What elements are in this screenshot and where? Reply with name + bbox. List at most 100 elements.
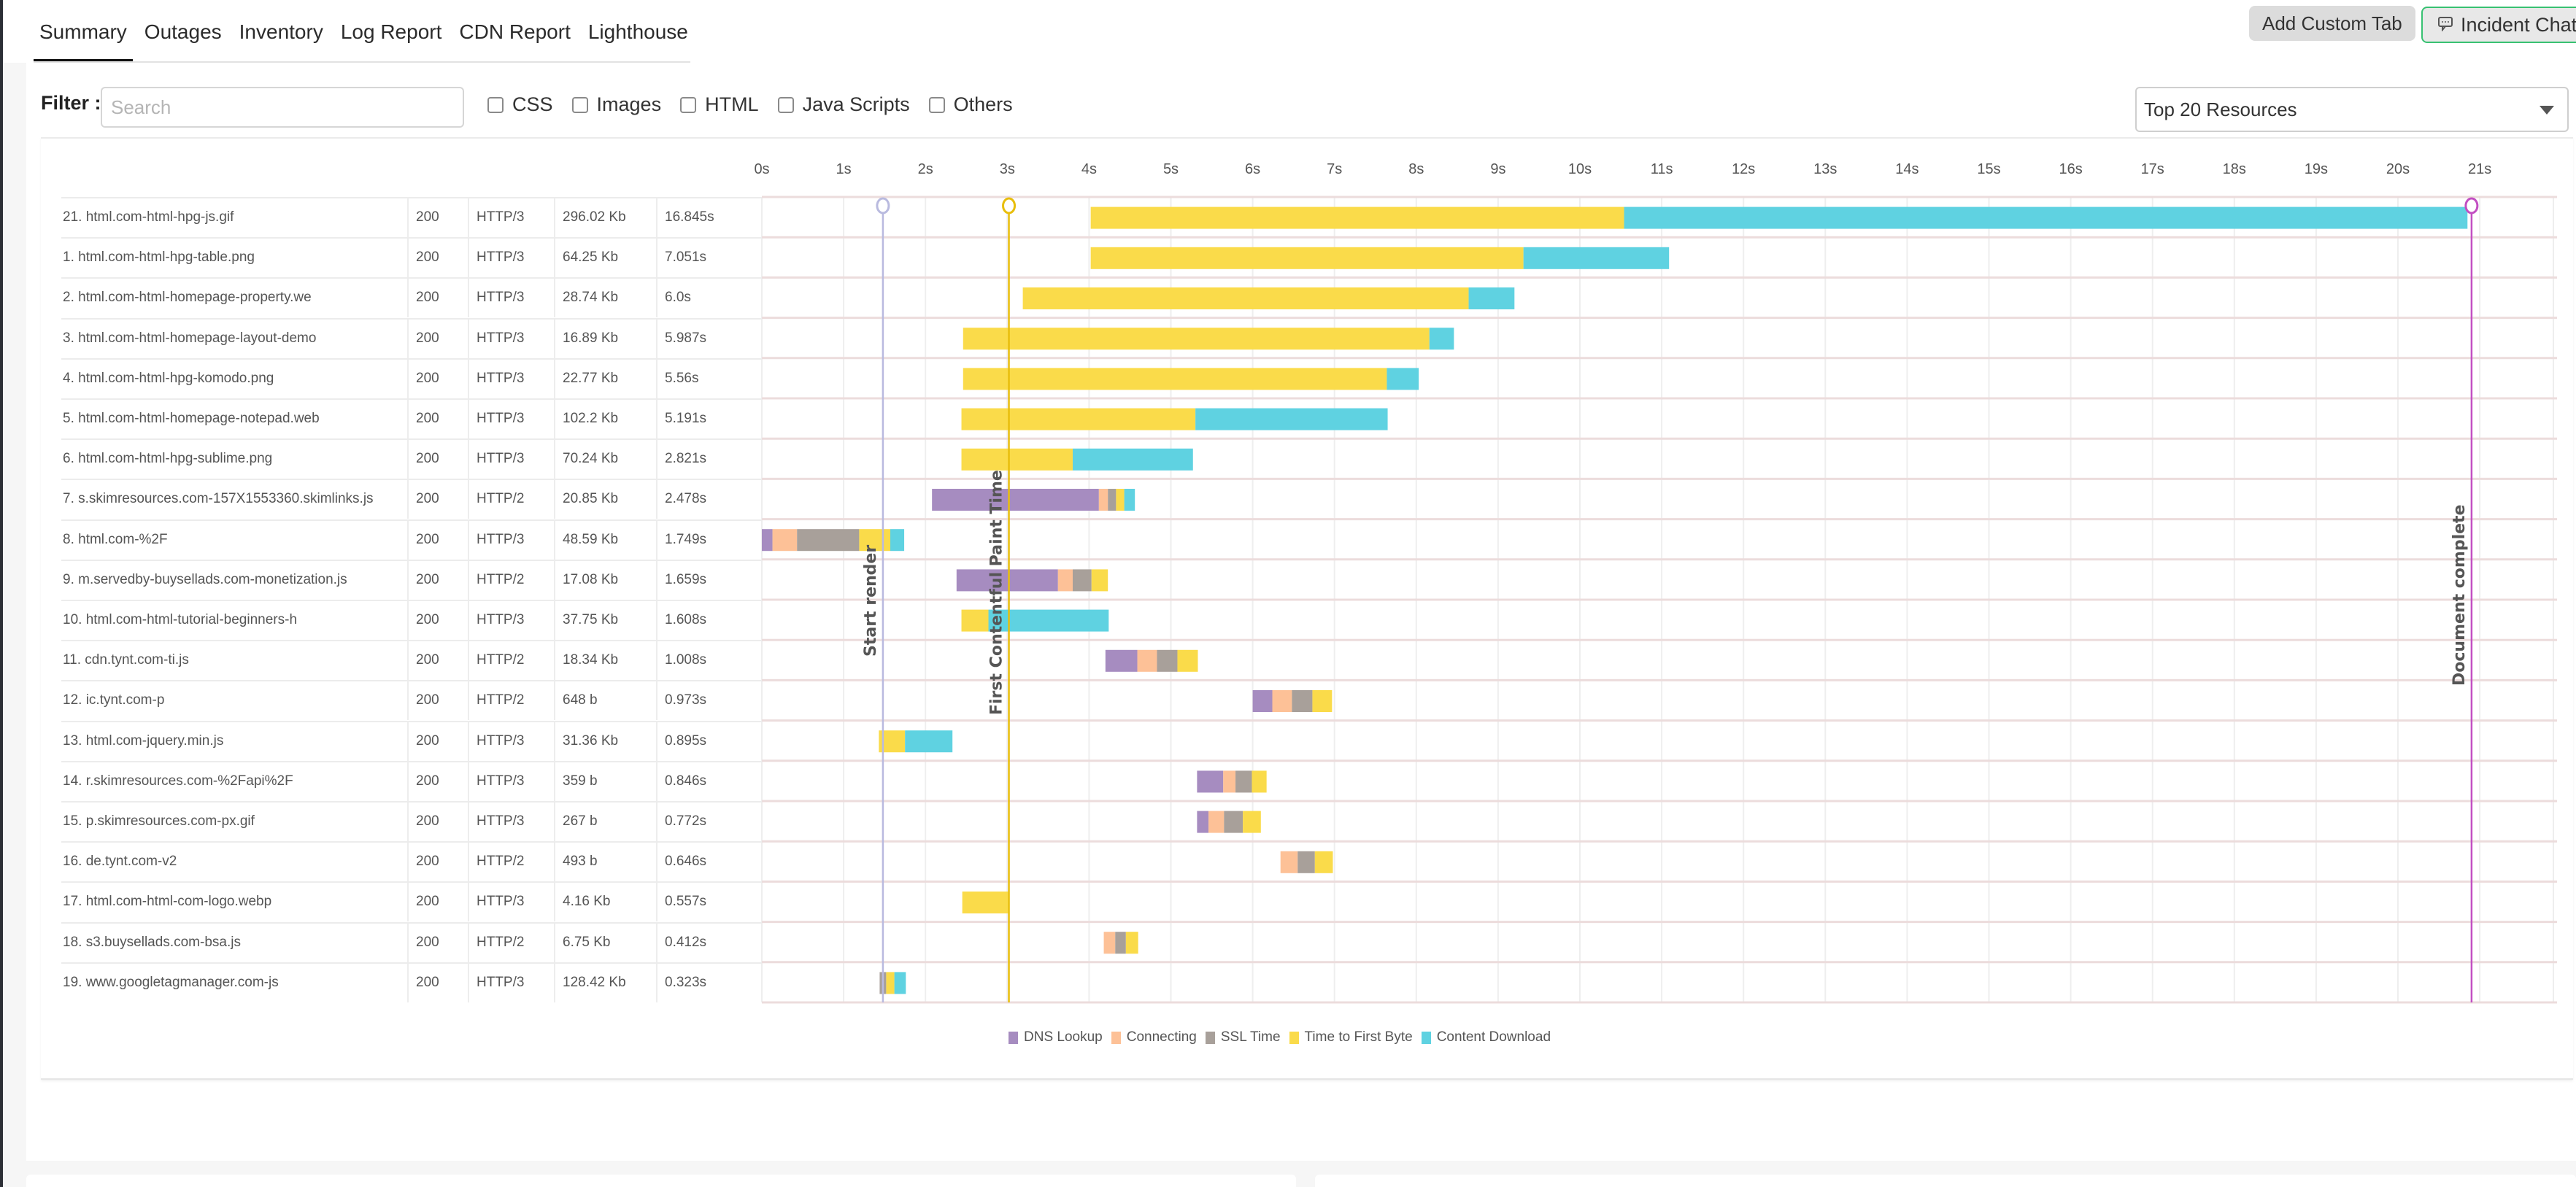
load-time: 5.987s <box>656 317 760 358</box>
legend-item-ssl[interactable]: SSL Time <box>1205 1029 1281 1045</box>
resource-row[interactable]: 10. html.com-html-tutorial-beginners-h 20… <box>61 600 2557 640</box>
resource-size: 359 b <box>554 760 658 801</box>
row-separator <box>61 398 762 400</box>
legend-swatch <box>1111 1031 1121 1044</box>
status-code: 200 <box>407 398 474 438</box>
resource-name: 21. html.com-html-hpg-js.gif <box>63 209 234 225</box>
resource-size: 20.85 Kb <box>554 479 658 519</box>
status-code: 200 <box>407 841 474 882</box>
x-tick-label: 14s <box>1895 161 1918 177</box>
resource-row[interactable]: 18. s3.buysellads.com-bsa.js 200 HTTP/2 6.7… <box>61 921 2557 962</box>
x-tick-label: 9s <box>1490 161 1505 177</box>
x-tick-label: 6s <box>1245 161 1260 177</box>
resource-size: 22.77 Kb <box>554 357 658 398</box>
resource-row[interactable]: 21. html.com-html-hpg-js.gif 200 HTTP/3 296… <box>61 197 2557 237</box>
row-separator <box>61 640 762 642</box>
protocol: HTTP/3 <box>468 519 557 560</box>
protocol: HTTP/3 <box>468 600 557 640</box>
status-code: 200 <box>407 962 474 1002</box>
resource-row[interactable]: 5. html.com-html-homepage-notepad.web 200… <box>61 398 2557 438</box>
protocol: HTTP/2 <box>468 559 557 600</box>
row-separator <box>61 197 762 198</box>
row-separator <box>61 559 762 561</box>
resource-row[interactable]: 4. html.com-html-hpg-komodo.png 200 HTTP/3… <box>61 357 2557 398</box>
resource-name: 19. www.googletagmanager.com-js <box>63 974 279 990</box>
resource-row[interactable]: 9. m.servedby-buysellads.com-monetizatio… <box>61 559 2557 600</box>
resource-size: 296.02 Kb <box>554 197 658 237</box>
protocol: HTTP/2 <box>468 479 557 519</box>
resource-size: 4.16 Kb <box>554 881 658 922</box>
resource-row[interactable]: 17. html.com-html-com-logo.webp 200 HTTP/3… <box>61 881 2557 922</box>
load-time: 0.973s <box>656 680 760 721</box>
row-separator <box>61 760 762 762</box>
load-time: 0.557s <box>656 881 760 922</box>
row-separator <box>61 881 762 884</box>
resource-name: 10. html.com-html-tutorial-beginners-h <box>63 612 298 627</box>
resource-row[interactable]: 1. html.com-html-hpg-table.png 200 HTTP/3 6… <box>61 237 2557 278</box>
legend-item-ttfb[interactable]: Time to First Byte <box>1289 1029 1413 1045</box>
legend-swatch <box>1205 1031 1215 1044</box>
x-tick-label: 5s <box>1163 161 1179 177</box>
x-tick-label: 3s <box>1000 161 1015 177</box>
resource-name: 11. cdn.tynt.com-ti.js <box>63 652 189 668</box>
resource-name: 18. s3.buysellads.com-bsa.js <box>63 934 241 950</box>
resource-size: 64.25 Kb <box>554 237 658 278</box>
resource-row[interactable]: 19. www.googletagmanager.com-js 200 HTTP/3… <box>61 962 2557 1002</box>
resource-row[interactable]: 14. r.skimresources.com-%2Fapi%2F 200 HTTP… <box>61 760 2557 801</box>
resource-row[interactable]: 2. html.com-html-homepage-property.we 200… <box>61 277 2557 318</box>
load-time: 1.659s <box>656 559 760 600</box>
legend-item-dns[interactable]: DNS Lookup <box>1009 1029 1103 1045</box>
status-code: 200 <box>407 720 474 761</box>
x-tick-label: 12s <box>1732 161 1755 177</box>
resource-size: 70.24 Kb <box>554 438 658 479</box>
resource-name: 3. html.com-html-homepage-layout-demo <box>63 330 317 346</box>
resource-size: 17.08 Kb <box>554 559 658 600</box>
resource-size: 18.34 Kb <box>554 640 658 681</box>
load-time: 2.821s <box>656 438 760 479</box>
status-code: 200 <box>407 801 474 841</box>
legend-item-download[interactable]: Content Download <box>1421 1029 1551 1045</box>
x-tick-label: 20s <box>2386 161 2410 177</box>
status-code: 200 <box>407 519 474 560</box>
resource-row[interactable]: 15. p.skimresources.com-px.gif 200 HTTP/3 2… <box>61 801 2557 841</box>
x-tick-label: 1s <box>836 161 852 177</box>
load-time: 1.749s <box>656 519 760 560</box>
legend-swatch <box>1289 1031 1299 1044</box>
protocol: HTTP/3 <box>468 317 557 358</box>
resource-row[interactable]: 6. html.com-html-hpg-sublime.png 200 HTTP/… <box>61 438 2557 479</box>
row-separator <box>61 479 762 481</box>
legend-item-connecting[interactable]: Connecting <box>1111 1029 1197 1045</box>
load-time: 6.0s <box>656 277 760 318</box>
resource-row[interactable]: 16. de.tynt.com-v2 200 HTTP/2 493 b 0.646s <box>61 841 2557 882</box>
x-tick-label: 11s <box>1651 161 1673 177</box>
row-separator <box>61 600 762 601</box>
x-tick-label: 15s <box>1977 161 2000 177</box>
resource-row[interactable]: 3. html.com-html-homepage-layout-demo 200… <box>61 317 2557 358</box>
x-tick-label: 4s <box>1081 161 1097 177</box>
resource-row[interactable]: 13. html.com-jquery.min.js 200 HTTP/3 31.36… <box>61 720 2557 761</box>
row-separator <box>61 317 762 320</box>
bottom-card-left <box>26 1175 1296 1187</box>
resource-name: 4. html.com-html-hpg-komodo.png <box>63 370 274 386</box>
protocol: HTTP/3 <box>468 357 557 398</box>
status-code: 200 <box>407 197 474 237</box>
x-tick-label: 13s <box>1813 161 1837 177</box>
resource-size: 648 b <box>554 680 658 721</box>
resource-size: 48.59 Kb <box>554 519 658 560</box>
resource-size: 493 b <box>554 841 658 882</box>
status-code: 200 <box>407 640 474 681</box>
resource-row[interactable]: 11. cdn.tynt.com-ti.js 200 HTTP/2 18.34 Kb 1… <box>61 640 2557 681</box>
resource-row[interactable]: 8. html.com-%2F 200 HTTP/3 48.59 Kb 1.749s <box>61 519 2557 560</box>
resource-row[interactable]: 12. ic.tynt.com-p 200 HTTP/2 648 b 0.973s <box>61 680 2557 721</box>
resource-row[interactable]: 7. s.skimresources.com-157X1553360.skiml… <box>61 479 2557 519</box>
load-time: 0.895s <box>656 720 760 761</box>
row-separator <box>61 801 762 803</box>
load-time: 1.608s <box>656 600 760 640</box>
resource-size: 31.36 Kb <box>554 720 658 761</box>
protocol: HTTP/3 <box>468 197 557 237</box>
row-separator <box>61 237 762 239</box>
resource-size: 28.74 Kb <box>554 277 658 318</box>
legend-label: Time to First Byte <box>1304 1029 1413 1045</box>
protocol: HTTP/3 <box>468 760 557 801</box>
x-tick-label: 16s <box>2059 161 2082 177</box>
